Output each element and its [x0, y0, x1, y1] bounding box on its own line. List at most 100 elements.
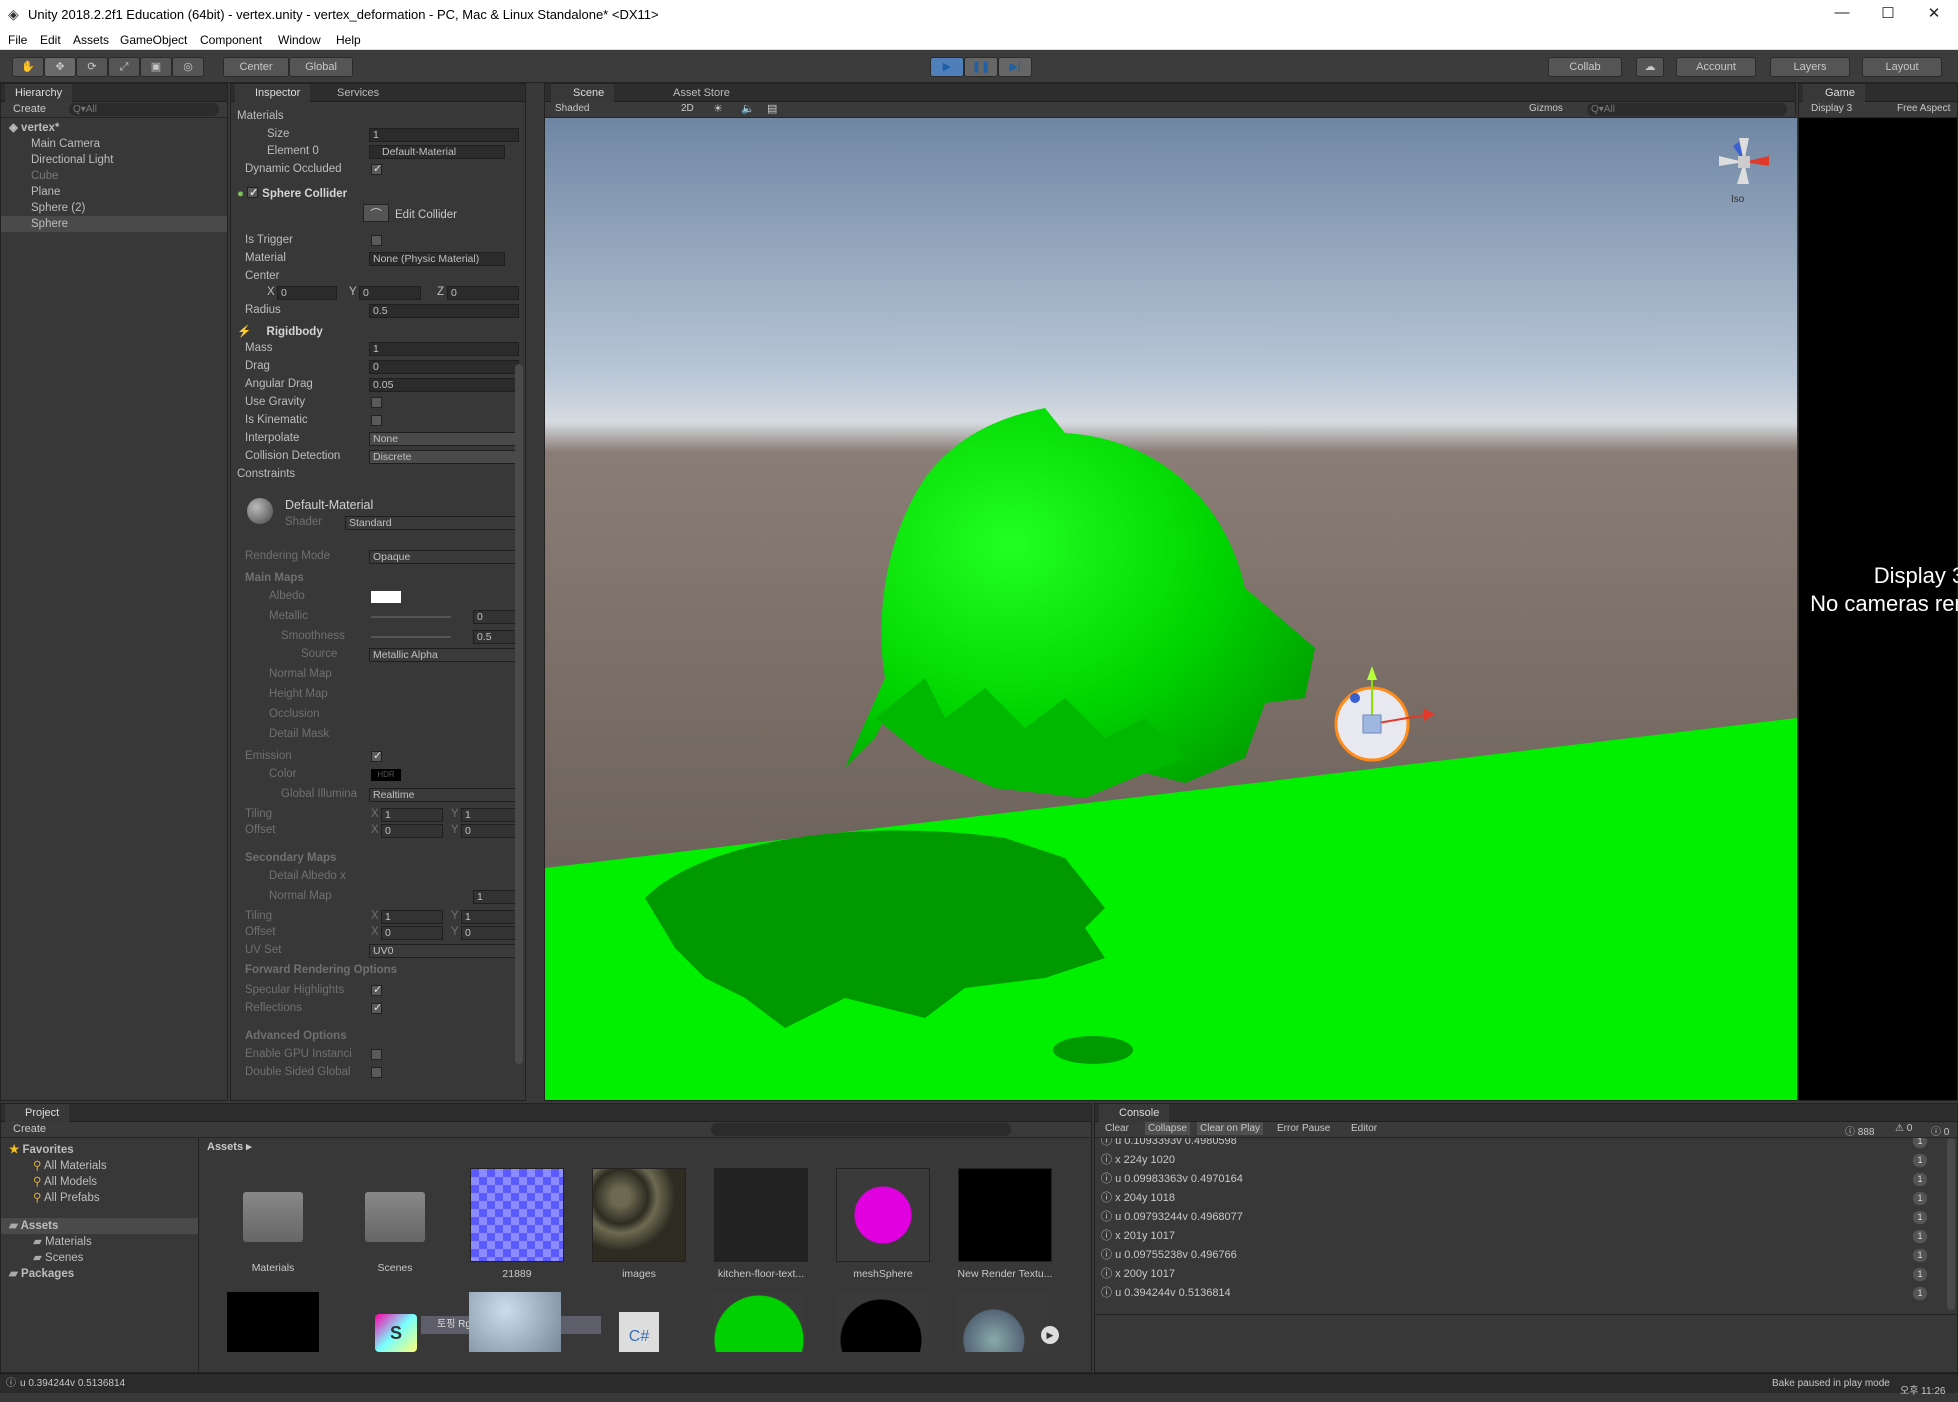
console-log-row[interactable]: ⓘ x 200y 1017 1: [1095, 1265, 1945, 1284]
project-breadcrumb[interactable]: Assets ▸: [207, 1140, 252, 1153]
inspector-scrollbar[interactable]: [515, 364, 523, 1064]
console-clear-on-play-button[interactable]: Clear on Play: [1197, 1122, 1264, 1135]
collab-button[interactable]: Collab: [1548, 57, 1622, 77]
assets-folder-item[interactable]: ▰ Assets: [1, 1218, 198, 1234]
packages-folder-item[interactable]: ▰ Packages: [1, 1266, 198, 1282]
console-log-row[interactable]: ⓘ u 0.09983363v 0.4970164 1: [1095, 1170, 1945, 1189]
element0-field[interactable]: Default-Material: [369, 145, 505, 159]
source-dropdown[interactable]: Metallic Alpha: [369, 648, 519, 662]
secondary-normal-map-field[interactable]: 1: [473, 890, 519, 904]
asset-materials-folder[interactable]: Materials: [223, 1168, 323, 1274]
tab-scene[interactable]: Scene: [551, 84, 615, 102]
tiling-y-field[interactable]: 1: [461, 808, 519, 822]
scene-search-input[interactable]: Q▾All: [1587, 103, 1787, 116]
rigidbody-header[interactable]: ⚡ Rigidbody: [237, 323, 517, 341]
csharp-script-icon[interactable]: C#: [619, 1312, 659, 1352]
asset-images-texture[interactable]: images: [589, 1168, 689, 1280]
scene-orientation-gizmo[interactable]: Iso: [1709, 132, 1779, 212]
materials-header[interactable]: Materials: [237, 108, 284, 125]
mass-field[interactable]: 1: [369, 342, 519, 356]
black-sphere-thumb[interactable]: [835, 1292, 927, 1352]
hierarchy-item-plane[interactable]: Plane: [1, 184, 227, 200]
scenes-folder-item[interactable]: ▰ Scenes: [1, 1250, 198, 1266]
console-log-row[interactable]: ⓘ u 0.1093393v 0.4980598 1: [1095, 1138, 1945, 1151]
hierarchy-item-directional-light[interactable]: Directional Light: [1, 152, 227, 168]
tab-asset-store[interactable]: Asset Store: [653, 84, 740, 102]
tab-services[interactable]: Services: [327, 84, 389, 102]
materials-folder-item[interactable]: ▰ Materials: [1, 1234, 198, 1250]
double-sided-gi-checkbox[interactable]: [371, 1067, 382, 1078]
console-collapse-button[interactable]: Collapse: [1145, 1122, 1190, 1135]
console-scrollbar[interactable]: [1947, 1138, 1955, 1310]
hierarchy-item-cube[interactable]: Cube: [1, 168, 227, 184]
layout-button[interactable]: Layout: [1862, 57, 1942, 77]
hierarchy-search-input[interactable]: Q▾All: [69, 103, 219, 116]
emission-color-swatch[interactable]: HDR: [371, 769, 401, 781]
grey-sphere-thumb[interactable]: [957, 1292, 1049, 1352]
fav-all-models[interactable]: ⚲ All Models: [1, 1174, 198, 1190]
angular-drag-field[interactable]: 0.05: [369, 378, 519, 392]
console-log-row[interactable]: ⓘ x 224y 1020 1: [1095, 1151, 1945, 1170]
aspect-dropdown[interactable]: Free Aspect: [1897, 103, 1950, 114]
hierarchy-item-sphere-2[interactable]: Sphere (2): [1, 200, 227, 216]
asset-new-render-texture[interactable]: New Render Textu...: [955, 1168, 1055, 1280]
step-button[interactable]: ▶|: [998, 57, 1032, 77]
asset-sphere-thumb[interactable]: [469, 1292, 561, 1352]
use-gravity-checkbox[interactable]: [371, 397, 382, 408]
console-error-pause-button[interactable]: Error Pause: [1277, 1123, 1330, 1134]
menu-edit[interactable]: Edit: [40, 33, 61, 47]
center-y-field[interactable]: 0: [359, 286, 421, 300]
play-button[interactable]: ▶: [930, 57, 964, 77]
offset-y-field[interactable]: 0: [461, 824, 519, 838]
pause-button[interactable]: ❚❚: [964, 57, 998, 77]
center-x-field[interactable]: 0: [277, 286, 337, 300]
emission-checkbox[interactable]: [371, 748, 382, 765]
cloud-icon[interactable]: ☁: [1636, 57, 1664, 77]
fav-all-materials[interactable]: ⚲ All Materials: [1, 1158, 198, 1174]
green-sphere-thumb[interactable]: [713, 1292, 805, 1352]
shader-dropdown[interactable]: Standard: [345, 516, 519, 530]
favorites-item[interactable]: ★ Favorites: [1, 1142, 198, 1158]
is-trigger-checkbox[interactable]: [371, 235, 382, 246]
menu-file[interactable]: File: [8, 33, 27, 47]
console-clear-button[interactable]: Clear: [1105, 1123, 1129, 1134]
collider-enabled-checkbox[interactable]: [247, 184, 258, 202]
audio-toggle-icon[interactable]: 🔈: [741, 102, 755, 115]
rendering-mode-dropdown[interactable]: Opaque: [369, 550, 519, 564]
tab-console[interactable]: Console: [1099, 1104, 1170, 1122]
asset-kitchen-floor-texture[interactable]: kitchen-floor-text...: [711, 1168, 811, 1280]
reflections-checkbox[interactable]: [371, 1000, 382, 1017]
console-log-row[interactable]: ⓘ x 201y 1017 1: [1095, 1227, 1945, 1246]
account-button[interactable]: Account: [1676, 57, 1756, 77]
asset-21889-texture[interactable]: 21889: [467, 1168, 567, 1280]
transform-tool-icon[interactable]: ◎: [172, 57, 204, 77]
tiling2-y-field[interactable]: 1: [461, 910, 519, 924]
layers-button[interactable]: Layers: [1770, 57, 1850, 77]
lighting-toggle-icon[interactable]: ☀: [713, 102, 723, 115]
constraints-foldout[interactable]: Constraints: [237, 466, 295, 483]
specular-highlights-checkbox[interactable]: [371, 982, 382, 999]
console-log-row[interactable]: ⓘ u 0.394244v 0.5136814 1: [1095, 1284, 1945, 1303]
scene-viewport[interactable]: Iso: [545, 118, 1797, 1100]
console-log-row[interactable]: ⓘ u 0.09793244v 0.4968077 1: [1095, 1208, 1945, 1227]
console-editor-dropdown[interactable]: Editor: [1351, 1123, 1377, 1134]
uv-set-dropdown[interactable]: UV0: [369, 944, 519, 958]
offset-x-field[interactable]: 0: [381, 824, 443, 838]
tiling2-x-field[interactable]: 1: [381, 910, 443, 924]
offset2-y-field[interactable]: 0: [461, 926, 519, 940]
rect-tool-icon[interactable]: ▣: [140, 57, 172, 77]
close-icon[interactable]: ✕: [1914, 4, 1954, 22]
dynamic-occluded-checkbox[interactable]: [371, 161, 382, 178]
minimize-icon[interactable]: —: [1822, 4, 1862, 21]
global-illumination-dropdown[interactable]: Realtime: [369, 788, 519, 802]
move-tool-icon[interactable]: ✥: [44, 57, 76, 77]
center-z-field[interactable]: 0: [447, 286, 519, 300]
display-dropdown[interactable]: Display 3: [1811, 103, 1852, 114]
console-log-row[interactable]: ⓘ x 204y 1018 1: [1095, 1189, 1945, 1208]
menu-gameobject[interactable]: GameObject: [120, 33, 187, 47]
radius-field[interactable]: 0.5: [369, 304, 519, 318]
asset-scenes-folder[interactable]: Scenes: [345, 1168, 445, 1274]
pivot-center-button[interactable]: Center: [223, 57, 289, 77]
sphere-collider-header[interactable]: ● Sphere Collider: [237, 184, 517, 203]
play-preview-icon[interactable]: ▶: [1041, 1326, 1059, 1344]
